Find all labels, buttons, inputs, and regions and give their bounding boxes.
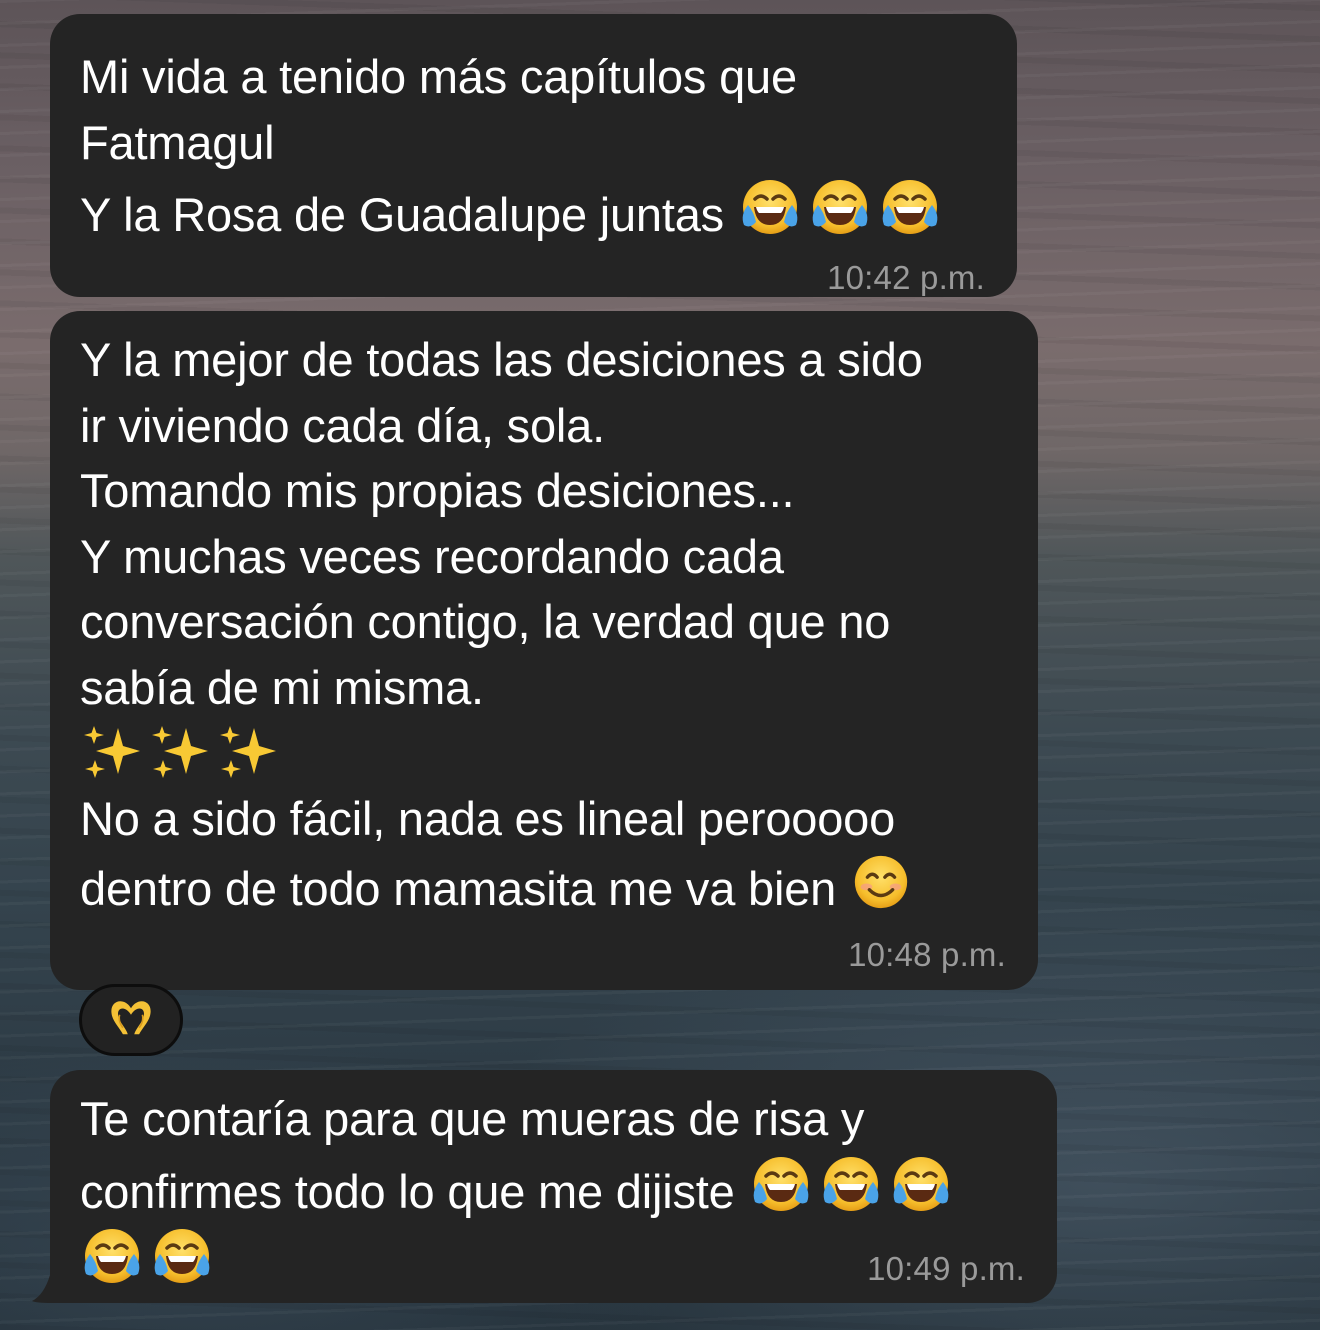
message-line: Tomando mis propias desiciones... xyxy=(80,464,795,517)
bubble-tail xyxy=(32,1265,70,1303)
heart-hands-icon xyxy=(105,992,157,1049)
message-line: Te contaría para que mueras de risa y xyxy=(80,1092,865,1145)
message-line: sabía de mi misma. xyxy=(80,660,484,714)
message-timestamp: 10:48 p.m. xyxy=(848,936,1006,973)
message-timestamp: 10:42 p.m. xyxy=(827,259,985,296)
message-line: No a sido fácil, nada es lineal perooooo xyxy=(80,791,896,845)
message-bubble-1[interactable]: Mi vida a tenido más capítulos que Fatma… xyxy=(50,14,1017,297)
message-line: dentro de todo mamasita me va bien xyxy=(80,862,837,915)
message-line: ir viviendo cada día, sola. xyxy=(80,398,605,452)
message-line: Fatmagul xyxy=(80,115,275,169)
smiling-face-with-smiling-eyes-icon xyxy=(850,851,912,913)
face-with-tears-of-joy-icon xyxy=(150,1224,214,1288)
message-timestamp: 10:49 p.m. xyxy=(867,1250,1025,1287)
message-reaction[interactable] xyxy=(79,984,183,1056)
sparkles-icon xyxy=(216,720,280,784)
face-with-tears-of-joy-icon xyxy=(878,175,942,239)
message-line: Y la mejor de todas las desiciones a sid… xyxy=(80,333,923,386)
face-with-tears-of-joy-icon xyxy=(808,175,872,239)
message-line: Mi vida a tenido más capítulos que xyxy=(80,50,797,103)
message-line: conversación contigo, la verdad que no xyxy=(80,595,891,648)
sparkles-line xyxy=(80,720,923,786)
message-bubble-3[interactable]: Te contaría para que mueras de risa y co… xyxy=(50,1070,1057,1303)
emoji-line xyxy=(80,1224,953,1290)
face-with-tears-of-joy-icon xyxy=(749,1152,813,1216)
message-line: Y muchas veces recordando cada xyxy=(80,529,784,583)
face-with-tears-of-joy-icon xyxy=(819,1152,883,1216)
sparkles-icon xyxy=(80,720,144,784)
face-with-tears-of-joy-icon xyxy=(738,175,802,239)
face-with-tears-of-joy-icon xyxy=(80,1224,144,1288)
face-with-tears-of-joy-icon xyxy=(889,1152,953,1216)
message-line: confirmes todo lo que me dijiste xyxy=(80,1164,735,1218)
message-bubble-2[interactable]: Y la mejor de todas las desiciones a sid… xyxy=(50,311,1038,990)
message-line: Y la Rosa de Guadalupe juntas xyxy=(80,188,724,241)
sparkles-icon xyxy=(148,720,212,784)
